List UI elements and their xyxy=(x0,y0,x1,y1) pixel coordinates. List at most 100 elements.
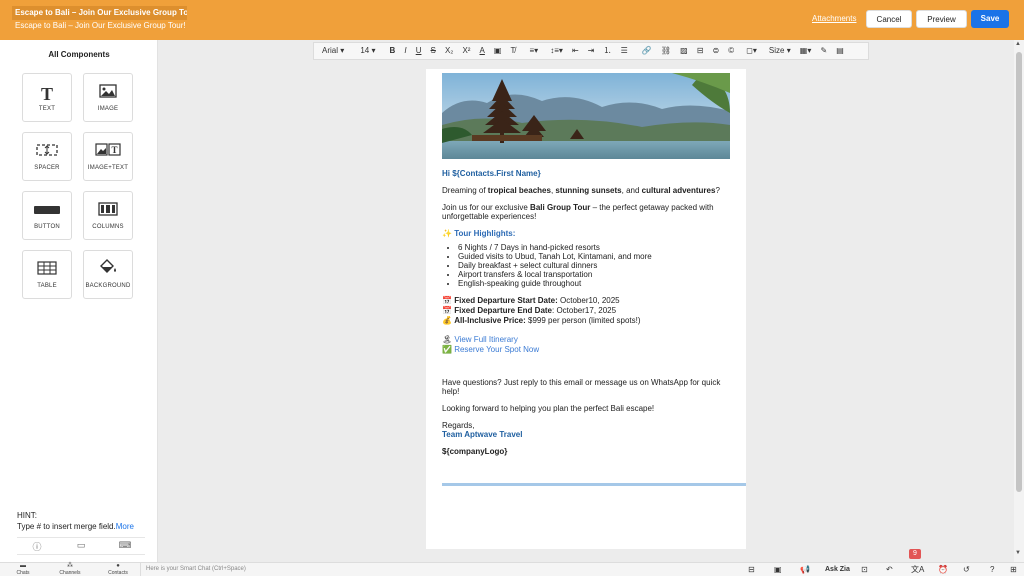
compose-icon[interactable]: ⊡ xyxy=(861,564,868,575)
hr-line-icon[interactable]: ⊜ xyxy=(709,43,722,59)
clear-format-icon[interactable]: T̸ xyxy=(508,43,519,59)
book-icon[interactable]: ▭ xyxy=(61,540,101,551)
size-select[interactable]: Size ▾ xyxy=(763,43,794,59)
italic-icon[interactable]: I xyxy=(401,43,409,59)
component-table[interactable]: TABLE xyxy=(22,250,72,299)
line-height-icon[interactable]: ↕≡▾ xyxy=(544,43,566,59)
columns-icon xyxy=(84,200,132,224)
component-columns[interactable]: COLUMNS xyxy=(83,191,133,240)
smart-chat-input[interactable]: Here is your Smart Chat (Ctrl+Space) xyxy=(140,563,740,576)
formatting-toolbar: Arial ▾ 14 ▾ B I U S X₂ X² A ▣ T̸ ≡▾ ↕≡▾… xyxy=(313,42,869,60)
greeting: Hi ${Contacts.First Name} xyxy=(442,169,541,178)
font-family-select[interactable]: Arial ▾ xyxy=(314,43,347,59)
strikethrough-icon[interactable]: S xyxy=(428,43,439,59)
font-color-icon[interactable]: A xyxy=(477,43,488,59)
horizontal-rule-icon[interactable]: ⊟ xyxy=(694,43,707,59)
underline-icon[interactable]: U xyxy=(413,43,425,59)
copyright-icon[interactable]: © xyxy=(725,43,737,59)
component-label: BUTTON xyxy=(34,224,60,230)
gallery-icon[interactable]: ▣ xyxy=(774,564,782,575)
list-item: Airport transfers & local transportation xyxy=(458,270,732,279)
unlink-icon[interactable]: ⛓ xyxy=(658,43,674,59)
notification-badge[interactable]: 9 xyxy=(909,549,921,559)
itinerary-link[interactable]: View Full Itinerary xyxy=(454,335,517,344)
reserve-link[interactable]: Reserve Your Spot Now xyxy=(454,345,539,354)
channels-icon: ⁂ xyxy=(67,563,73,569)
contacts-tab[interactable]: ● Contacts xyxy=(103,563,133,576)
hero-image[interactable] xyxy=(442,73,730,159)
company-logo-placeholder: ${companyLogo} xyxy=(442,447,508,456)
list-item: English-speaking guide throughout xyxy=(458,279,732,288)
screen-share-icon[interactable]: ⊟ xyxy=(748,564,755,575)
component-image[interactable]: IMAGE xyxy=(83,73,133,122)
component-background[interactable]: BACKGROUND xyxy=(83,250,133,299)
component-text[interactable]: T TEXT xyxy=(22,73,72,122)
highlights-title: Tour Highlights: xyxy=(454,229,516,238)
channels-tab[interactable]: ⁂ Channels xyxy=(55,563,85,576)
align-icon[interactable]: ≡▾ xyxy=(522,43,542,59)
hint-more-link[interactable]: More xyxy=(116,522,134,531)
vertical-scrollbar[interactable]: ▲ ▼ xyxy=(1014,40,1024,562)
highlights-heading: ✨ Tour Highlights: xyxy=(442,229,732,238)
paint-bucket-icon xyxy=(84,259,132,283)
list-item: Guided visits to Ubud, Tanah Lot, Kintam… xyxy=(458,252,732,261)
pen-icon[interactable]: ✎ xyxy=(817,43,830,59)
table-icon xyxy=(23,259,71,283)
calendar-icon: 📅 xyxy=(442,296,452,305)
email-document[interactable]: Hi ${Contacts.First Name} Dreaming of tr… xyxy=(426,69,746,549)
component-label: SPACER xyxy=(34,165,60,171)
highlight-icon[interactable]: ▣ xyxy=(491,43,505,59)
checkmark-icon: ✅ xyxy=(442,345,452,354)
component-button[interactable]: BUTTON xyxy=(22,191,72,240)
calendar-icon: 📅 xyxy=(442,306,452,315)
component-label: IMAGE xyxy=(97,106,119,112)
bottom-bar: ▬ Chats ⁂ Channels ● Contacts Here is your … xyxy=(0,562,1024,576)
scroll-thumb[interactable] xyxy=(1016,52,1022,492)
keyboard-icon[interactable]: ⌨ xyxy=(105,540,145,551)
table-menu-icon[interactable]: ▦▾ xyxy=(797,43,815,59)
closing-paragraph: Looking forward to helping you plan the … xyxy=(442,404,655,413)
ordered-list-icon[interactable]: ⒈ xyxy=(601,43,615,59)
component-label: TEXT xyxy=(38,106,56,112)
image-text-icon: T xyxy=(84,141,132,165)
component-image-text[interactable]: T IMAGE+TEXT xyxy=(83,132,133,181)
undo-icon[interactable]: ↶ xyxy=(886,564,893,575)
superscript-icon[interactable]: X² xyxy=(459,43,473,59)
contacts-icon: ● xyxy=(116,563,120,569)
component-spacer[interactable]: SPACER xyxy=(22,132,72,181)
history-icon[interactable]: ↺ xyxy=(963,564,970,575)
source-icon[interactable]: ▤ xyxy=(833,43,847,59)
cancel-button[interactable]: Cancel xyxy=(866,10,912,28)
scroll-down-icon[interactable]: ▼ xyxy=(1015,550,1021,556)
preview-button[interactable]: Preview xyxy=(916,10,967,28)
scroll-up-icon[interactable]: ▲ xyxy=(1015,41,1021,47)
bold-icon[interactable]: B xyxy=(382,43,399,59)
subject-input[interactable]: Escape to Bali – Join Our Exclusive Grou… xyxy=(12,6,187,20)
ask-zia-button[interactable]: Ask Zia xyxy=(825,564,850,575)
save-button[interactable]: Save xyxy=(971,10,1009,28)
subscript-icon[interactable]: X₂ xyxy=(442,43,456,59)
contacts-label: Contacts xyxy=(108,570,128,576)
email-body[interactable]: Hi ${Contacts.First Name} Dreaming of tr… xyxy=(442,169,732,456)
bullet-list-icon[interactable]: ☰ xyxy=(618,43,631,59)
image-icon xyxy=(84,82,132,106)
font-size-select[interactable]: 14 ▾ xyxy=(350,43,378,59)
chats-tab[interactable]: ▬ Chats xyxy=(8,563,38,576)
alarm-clock-icon[interactable]: ⏰ xyxy=(938,564,948,575)
hint-block: HINT: Type # to insert merge field.More xyxy=(17,510,134,532)
channels-label: Channels xyxy=(59,570,81,576)
list-item: 6 Nights / 7 Days in hand-picked resorts xyxy=(458,243,732,252)
link-icon[interactable]: 🔗 xyxy=(634,43,655,59)
help-icon[interactable]: ⓘ xyxy=(17,540,57,553)
indent-decrease-icon[interactable]: ⇤ xyxy=(569,43,582,59)
indent-increase-icon[interactable]: ⇥ xyxy=(585,43,598,59)
help-icon[interactable]: ? xyxy=(990,564,994,575)
translate-icon[interactable]: 文A xyxy=(911,564,924,575)
megaphone-icon[interactable]: 📢 xyxy=(800,564,810,575)
sparkle-icon: ✨ xyxy=(442,229,452,238)
border-icon[interactable]: ◻▾ xyxy=(740,43,760,59)
expand-icon[interactable]: ⊞ xyxy=(1010,564,1017,575)
attachments-link[interactable]: Attachments xyxy=(812,14,856,23)
insert-image-icon[interactable]: ▨ xyxy=(677,43,691,59)
chats-label: Chats xyxy=(16,570,30,576)
